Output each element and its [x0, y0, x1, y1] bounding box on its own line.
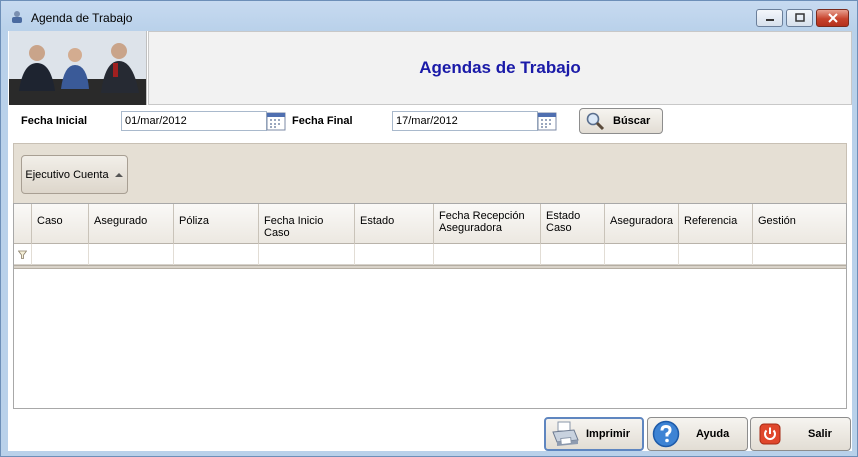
sort-ascending-icon	[114, 172, 123, 177]
filter-cell[interactable]	[541, 244, 605, 265]
column-header[interactable]: Póliza	[174, 204, 259, 244]
funnel-icon	[18, 250, 27, 259]
filter-cell[interactable]	[259, 244, 355, 265]
filter-row-selector[interactable]	[14, 244, 32, 265]
page-title: Agendas de Trabajo	[419, 58, 581, 77]
maximize-button[interactable]	[786, 9, 813, 27]
filter-row	[14, 244, 846, 265]
minimize-button[interactable]	[756, 9, 783, 27]
search-button-label: Búscar	[613, 115, 651, 127]
search-button[interactable]: Búscar	[579, 108, 663, 134]
end-date-label: Fecha Final	[292, 115, 353, 127]
maximize-icon	[794, 13, 805, 22]
filter-cell[interactable]	[605, 244, 679, 265]
filter-cell[interactable]	[355, 244, 434, 265]
start-date-input[interactable]	[121, 111, 267, 131]
calendar-icon[interactable]	[266, 111, 286, 131]
column-header[interactable]: Aseguradora	[605, 204, 679, 244]
app-window: Agenda de Trabajo Agendas de Trabajo Fec…	[0, 0, 858, 457]
calendar-icon[interactable]	[537, 111, 557, 131]
filter-cell[interactable]	[679, 244, 753, 265]
close-icon	[827, 13, 838, 23]
exit-button[interactable]: Salir	[750, 417, 851, 451]
column-header[interactable]: Estado Caso	[541, 204, 605, 244]
end-date-input[interactable]	[392, 111, 538, 131]
column-header[interactable]: Fecha Inicio Caso	[259, 204, 355, 244]
filter-cell[interactable]	[32, 244, 89, 265]
column-header[interactable]: Referencia	[679, 204, 753, 244]
filter-cell[interactable]	[89, 244, 174, 265]
print-button-label: Imprimir	[586, 428, 631, 440]
column-header[interactable]: Asegurado	[89, 204, 174, 244]
column-header[interactable]: Gestión	[753, 204, 846, 244]
question-icon	[652, 420, 680, 448]
print-button[interactable]: Imprimir	[544, 417, 644, 451]
column-header[interactable]: Fecha Recepción Aseguradora	[434, 204, 541, 244]
filter-cell[interactable]	[753, 244, 846, 265]
help-button[interactable]: Ayuda	[647, 417, 748, 451]
close-button[interactable]	[816, 9, 849, 27]
header-banner: Agendas de Trabajo	[148, 31, 852, 105]
help-button-label: Ayuda	[696, 428, 730, 440]
minimize-icon	[765, 19, 774, 21]
group-by-panel: Ejecutivo Cuenta	[13, 143, 847, 203]
group-chip-ejecutivo[interactable]: Ejecutivo Cuenta	[21, 155, 128, 194]
results-grid: Caso Asegurado Póliza Fecha Inicio Caso …	[13, 203, 847, 409]
filter-cell[interactable]	[174, 244, 259, 265]
printer-icon	[552, 421, 579, 446]
app-icon	[12, 11, 22, 23]
magnifier-icon	[586, 112, 605, 131]
exit-button-label: Salir	[808, 428, 832, 440]
column-header[interactable]: Estado	[355, 204, 434, 244]
group-chip-label: Ejecutivo Cuenta	[25, 168, 109, 181]
grid-header: Caso Asegurado Póliza Fecha Inicio Caso …	[14, 204, 846, 244]
filter-cell[interactable]	[434, 244, 541, 265]
start-date-label: Fecha Inicial	[21, 115, 88, 127]
power-icon	[759, 423, 781, 445]
title-bar[interactable]: Agenda de Trabajo	[1, 1, 857, 31]
column-header[interactable]: Caso	[32, 204, 89, 244]
row-selector-header	[14, 204, 32, 244]
client-area: Agendas de Trabajo Fecha Inicial Fecha F…	[8, 31, 852, 451]
grid-separator	[14, 265, 846, 269]
window-title: Agenda de Trabajo	[31, 11, 133, 25]
header-photo	[9, 31, 147, 105]
